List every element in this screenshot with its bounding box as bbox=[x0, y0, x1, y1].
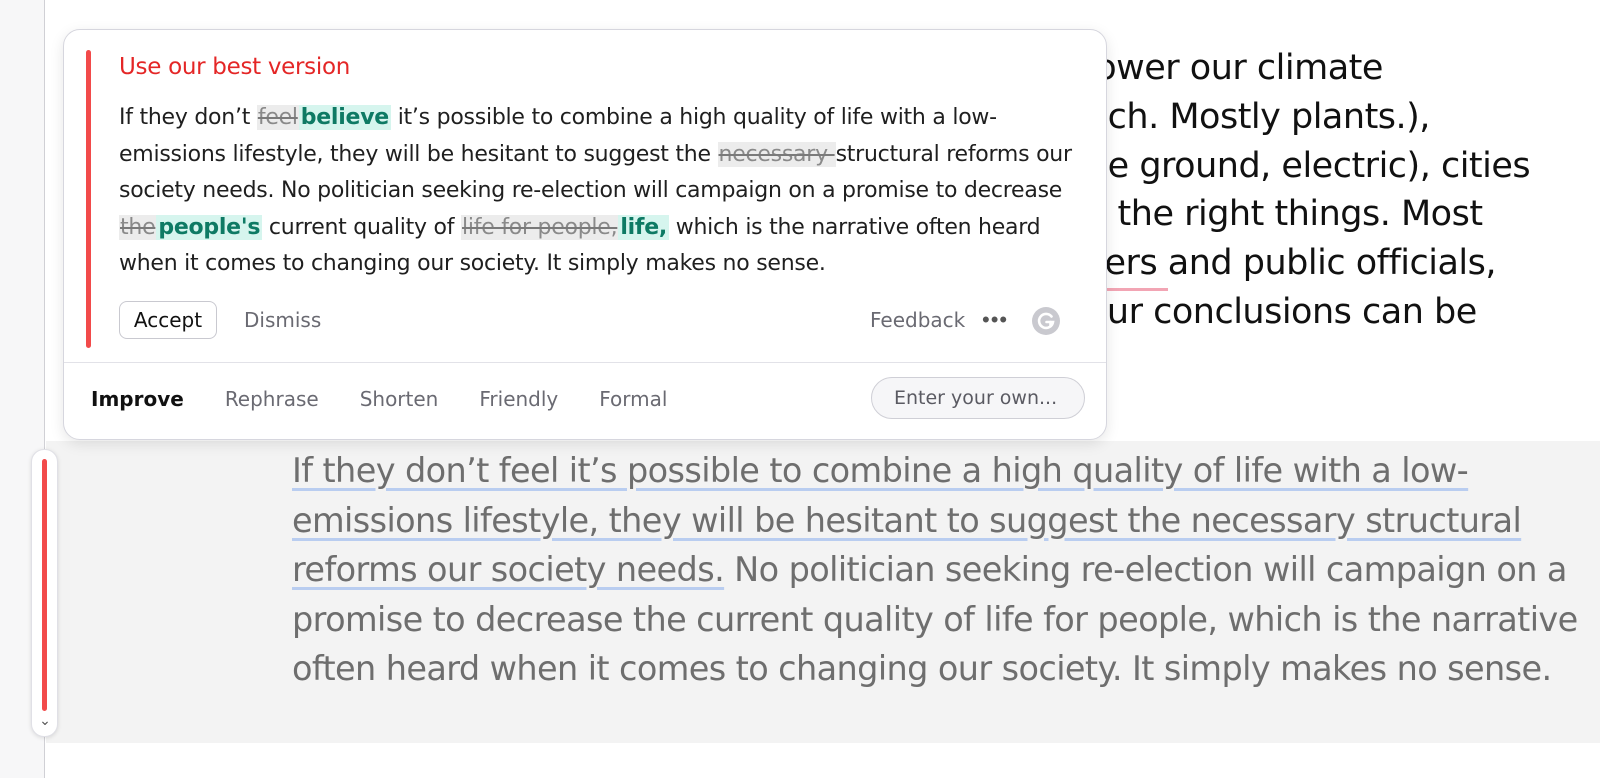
doc-line: o the right things. Most bbox=[1086, 194, 1483, 234]
spelling-underline[interactable] bbox=[1100, 288, 1168, 291]
suggestion-text: If they don’t feel believe it’s possible … bbox=[119, 100, 1087, 283]
indicator-red-bar bbox=[42, 459, 47, 711]
suggestion-indicator[interactable]: ⌄ bbox=[31, 449, 58, 737]
inserted-text: life, bbox=[618, 214, 669, 240]
doc-line: lower our climate bbox=[1086, 48, 1383, 88]
deleted-text: life for people, bbox=[461, 214, 619, 240]
doc-line: our conclusions can be bbox=[1086, 292, 1477, 332]
deleted-text: necessary bbox=[717, 141, 836, 167]
popover-accent-bar bbox=[86, 50, 91, 348]
feedback-button[interactable]: Feedback bbox=[870, 303, 965, 337]
inserted-text: believe bbox=[298, 105, 391, 130]
document-text-visible: lower our climate uch. Mostly plants.), … bbox=[1086, 40, 1600, 350]
tab-improve[interactable]: Improve bbox=[91, 384, 184, 414]
tab-rephrase[interactable]: Rephrase bbox=[225, 384, 319, 414]
chevron-down-icon[interactable]: ⌄ bbox=[37, 712, 53, 729]
selected-paragraph[interactable]: If they don’t feel it’s possible to comb… bbox=[292, 446, 1582, 694]
accept-button[interactable]: Accept bbox=[119, 301, 217, 339]
popover-divider bbox=[64, 362, 1106, 363]
suggestion-popover: Use our best version If they don’t feel b… bbox=[63, 29, 1107, 440]
doc-line: uch. Mostly plants.), bbox=[1086, 97, 1430, 137]
custom-prompt-input[interactable] bbox=[871, 377, 1085, 419]
dismiss-button[interactable]: Dismiss bbox=[244, 301, 321, 339]
more-dots-icon[interactable]: ••• bbox=[982, 307, 1008, 333]
doc-line: kers and public officials, bbox=[1086, 243, 1497, 283]
tab-friendly[interactable]: Friendly bbox=[479, 384, 558, 414]
doc-line: ne ground, electric), cities bbox=[1086, 146, 1531, 186]
text-segment: If they don’t bbox=[119, 105, 257, 130]
inserted-text: people's bbox=[156, 214, 263, 240]
text-segment: current quality of bbox=[262, 214, 461, 240]
grammarly-g-icon[interactable] bbox=[1031, 306, 1061, 336]
tab-formal[interactable]: Formal bbox=[599, 384, 667, 414]
tone-tabs: Improve Rephrase Shorten Friendly Formal bbox=[91, 384, 708, 414]
deleted-text: the bbox=[119, 214, 157, 240]
popover-title: Use our best version bbox=[119, 54, 350, 80]
deleted-text: feel bbox=[256, 105, 299, 130]
tab-shorten[interactable]: Shorten bbox=[360, 384, 439, 414]
